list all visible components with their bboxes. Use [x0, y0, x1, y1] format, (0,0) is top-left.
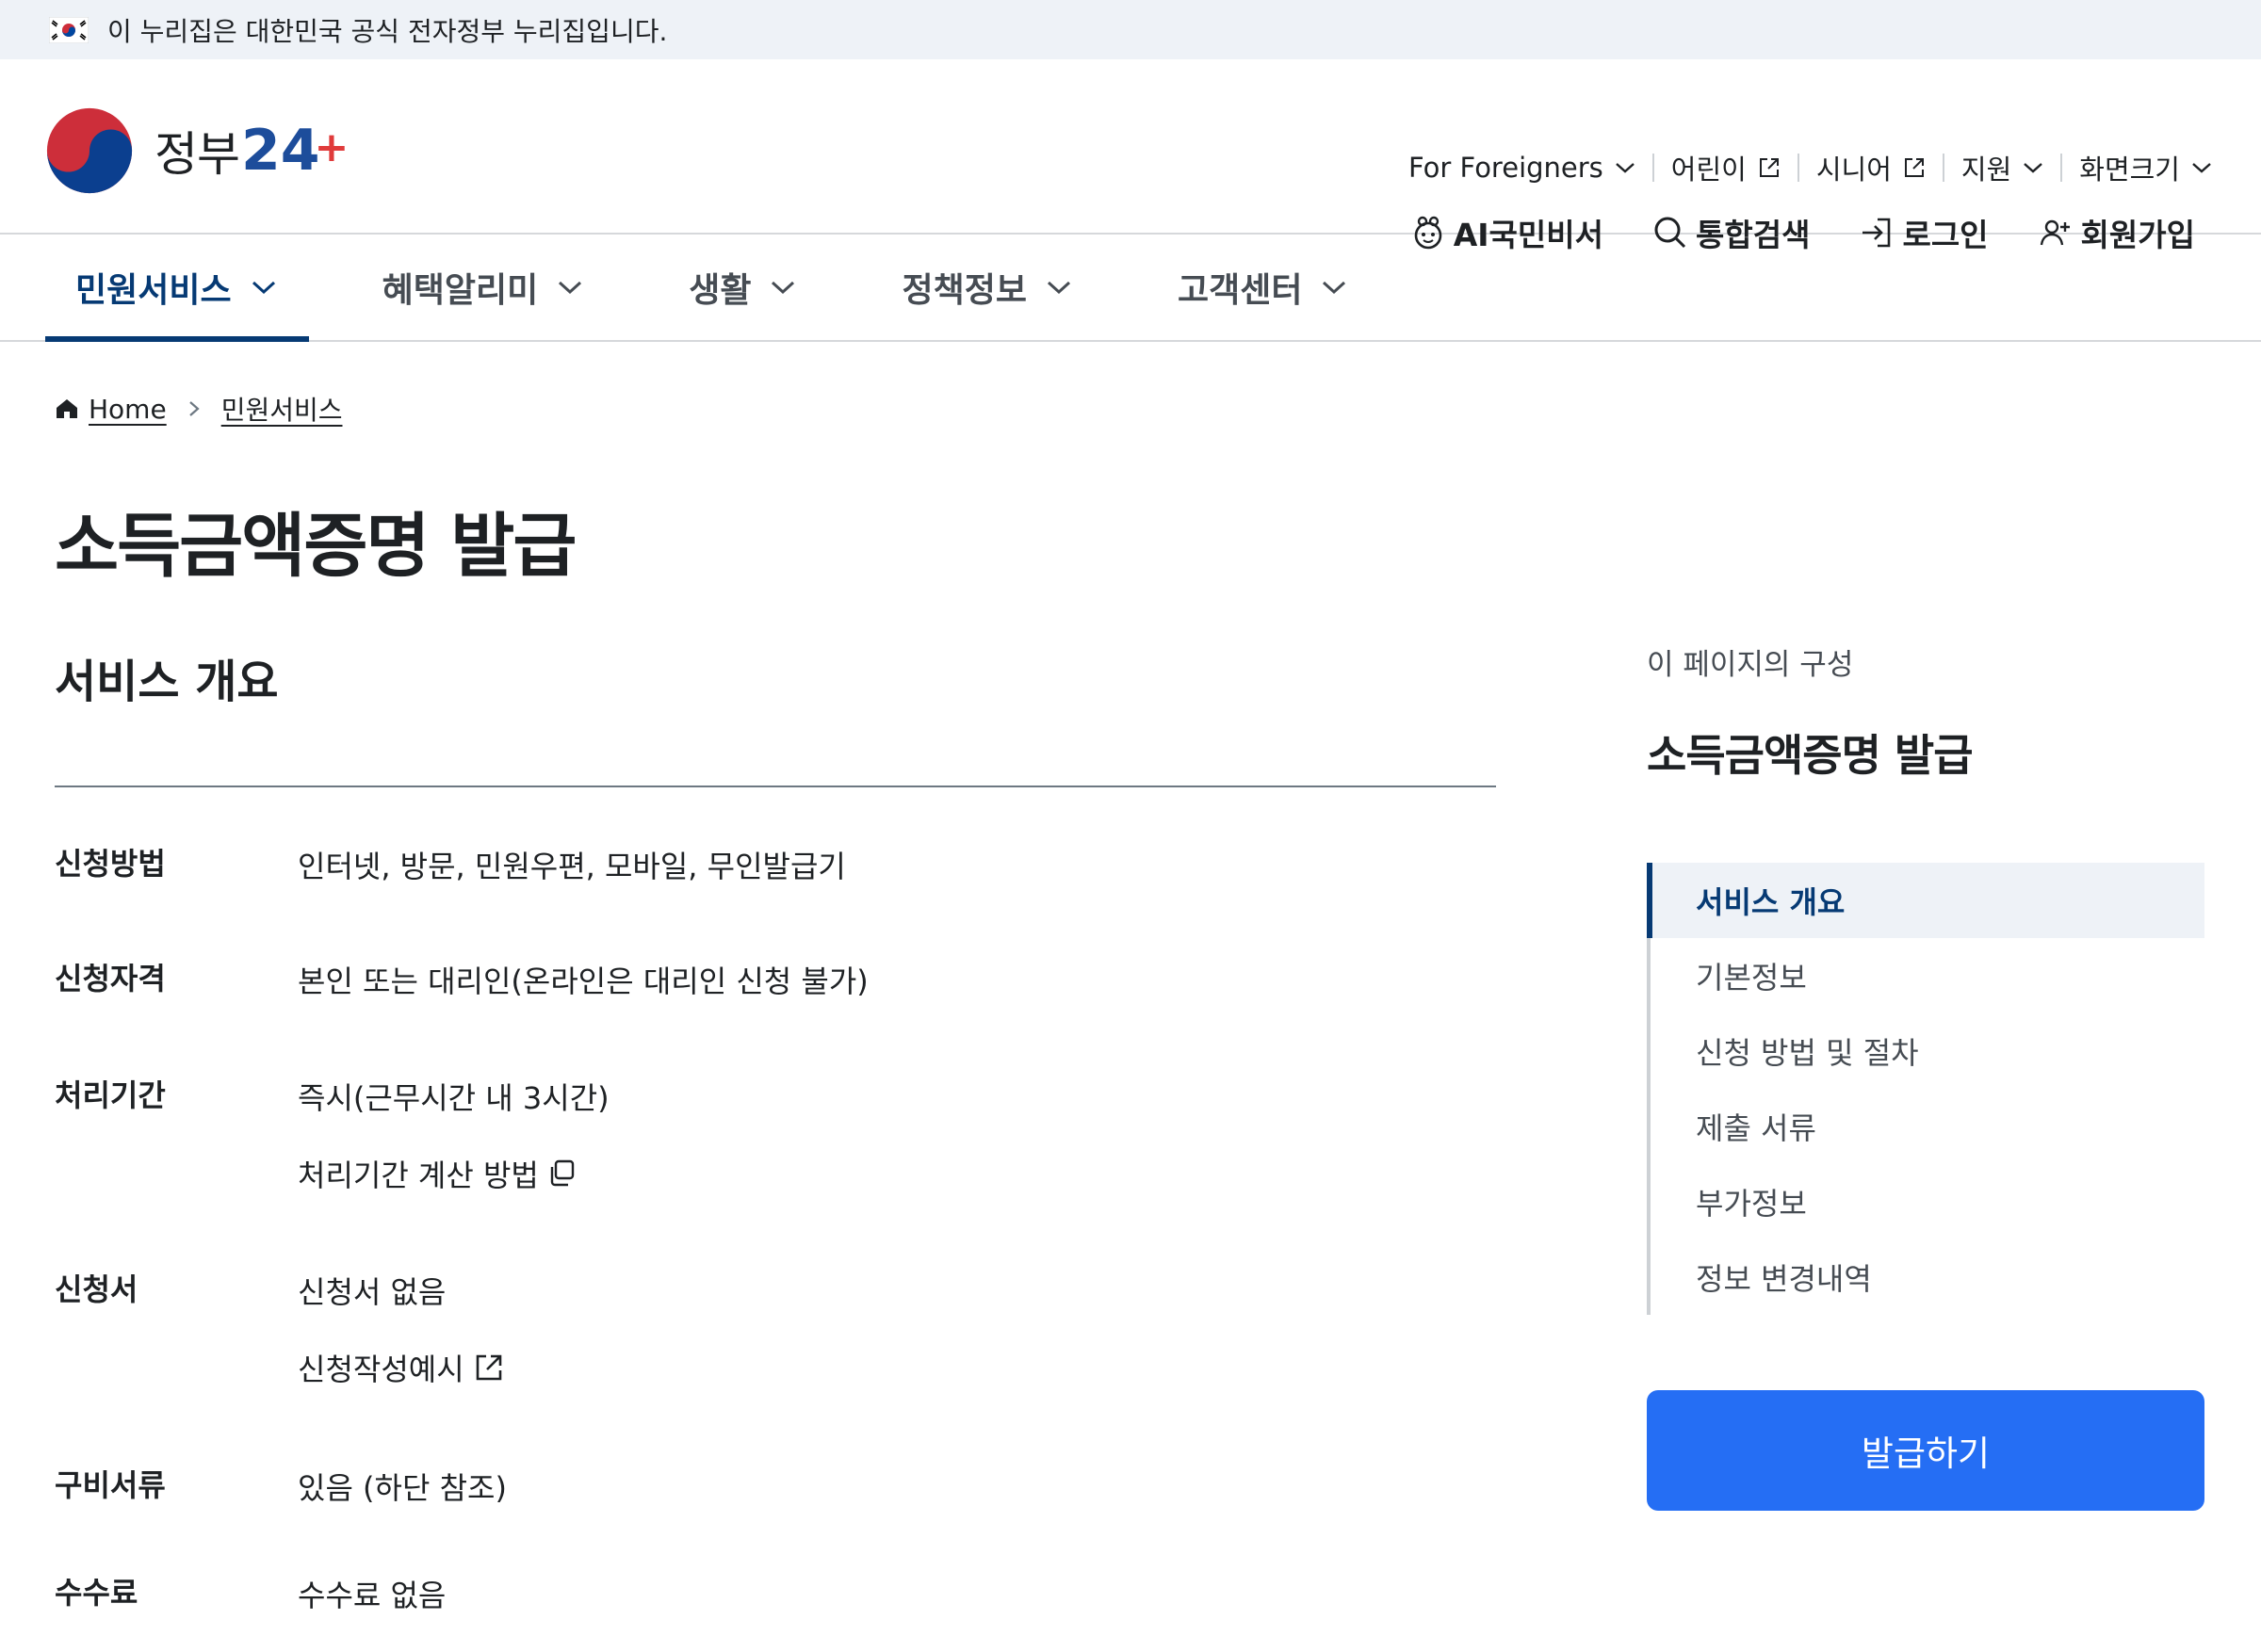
- home-icon: [57, 399, 77, 418]
- info-value: 있음 (하단 참조): [298, 1450, 507, 1558]
- page-toc: 서비스 개요 기본정보 신청 방법 및 절차 제출 서류 부가정보 정보 변경내…: [1647, 863, 2204, 1315]
- nav-life[interactable]: 생활: [657, 235, 828, 340]
- info-value: 신청서 없음 신청작성예시: [298, 1255, 506, 1450]
- main-navigation: 민원서비스 혜택알리미 생활 정책정보 고객센터: [0, 235, 2261, 342]
- toc-item-change-history[interactable]: 정보 변경내역: [1651, 1239, 2204, 1315]
- kids-link[interactable]: 어린이: [1654, 148, 1797, 187]
- external-link-icon: [1759, 158, 1779, 177]
- info-label: 신청서: [55, 1271, 138, 1307]
- info-value: 즉시(근무시간 내 3시간) 처리기간 계산 방법: [298, 1061, 610, 1255]
- gov-banner-text: 이 누리집은 대한민국 공식 전자정부 누리집입니다.: [107, 15, 668, 47]
- logo-number: 24: [241, 118, 320, 184]
- toc-item-overview[interactable]: 서비스 개요: [1647, 863, 2204, 938]
- senior-link[interactable]: 시니어: [1799, 148, 1943, 187]
- info-row: 수수료 수수료 없음: [55, 1558, 1496, 1652]
- info-value: 본인 또는 대리인(온라인은 대리인 신청 불가): [298, 944, 869, 1061]
- info-text: 수수료 없음: [298, 1578, 447, 1613]
- section-divider: [55, 786, 1496, 787]
- toc-item-documents[interactable]: 제출 서류: [1651, 1089, 2204, 1164]
- nav-label: 고객센터: [1177, 271, 1303, 310]
- nav-label: 생활: [689, 271, 752, 310]
- chevron-down-icon: [772, 281, 795, 295]
- breadcrumb: Home 민원서비스: [55, 390, 343, 428]
- copy-window-icon: [550, 1159, 575, 1187]
- breadcrumb-current[interactable]: 민원서비스: [221, 390, 343, 428]
- nav-label: 혜택알리미: [382, 271, 539, 310]
- korea-flag-icon: [48, 16, 89, 43]
- chevron-down-icon: [1047, 281, 1070, 295]
- processing-time-calc-link[interactable]: 처리기간 계산 방법: [298, 1149, 610, 1198]
- chevron-down-icon: [2024, 163, 2043, 173]
- info-row: 신청방법 인터넷, 방문, 민원우편, 모바일, 무인발급기: [55, 829, 1496, 944]
- chevron-down-icon: [252, 281, 275, 295]
- toc-item-procedure[interactable]: 신청 방법 및 절차: [1651, 1013, 2204, 1089]
- utility-links: For Foreigners 어린이 시니어 지원 화면크기: [1391, 148, 2212, 187]
- logo-text: 정부: [155, 127, 240, 182]
- info-label: 구비서류: [55, 1467, 166, 1503]
- link-label: 신청작성예시: [298, 1352, 464, 1387]
- info-label: 처리기간: [55, 1077, 166, 1113]
- info-row: 신청서 신청서 없음 신청작성예시: [55, 1255, 1496, 1450]
- info-row: 처리기간 즉시(근무시간 내 3시간) 처리기간 계산 방법: [55, 1061, 1496, 1255]
- toc-title: 소득금액증명 발급: [1647, 730, 1974, 781]
- page-title: 소득금액증명 발급: [55, 506, 577, 587]
- senior-label: 시니어: [1815, 154, 1892, 186]
- info-row: 구비서류 있음 (하단 참조): [55, 1450, 1496, 1558]
- chevron-down-icon: [2192, 163, 2211, 173]
- chevron-down-icon: [1323, 281, 1346, 295]
- info-value: 수수료 없음: [298, 1558, 446, 1652]
- toc-item-basic-info[interactable]: 기본정보: [1651, 938, 2204, 1013]
- chevron-right-icon: [188, 401, 200, 416]
- for-foreigners-label: For Foreigners: [1408, 152, 1603, 184]
- info-text: 신청서 없음: [298, 1274, 447, 1310]
- support-label: 지원: [1960, 154, 2012, 186]
- support-menu[interactable]: 지원: [1944, 148, 2060, 187]
- info-label: 신청방법: [55, 846, 166, 882]
- external-link-icon: [1904, 158, 1924, 177]
- info-text: 인터넷, 방문, 민원우편, 모바일, 무인발급기: [298, 849, 846, 884]
- taegeuk-logo-icon: [46, 107, 133, 194]
- breadcrumb-home[interactable]: Home: [89, 394, 167, 425]
- chevron-down-icon: [559, 281, 582, 295]
- chevron-down-icon: [1615, 163, 1635, 173]
- issue-button[interactable]: 발급하기: [1647, 1390, 2204, 1511]
- info-value: 인터넷, 방문, 민원우편, 모바일, 무인발급기: [298, 829, 846, 944]
- section-title: 서비스 개요: [55, 656, 279, 708]
- info-text: 본인 또는 대리인(온라인은 대리인 신청 불가): [298, 964, 869, 999]
- info-label: 신청자격: [55, 961, 166, 996]
- gov-banner: 이 누리집은 대한민국 공식 전자정부 누리집입니다.: [0, 0, 2261, 59]
- toc-item-extra-info[interactable]: 부가정보: [1651, 1164, 2204, 1239]
- screen-size-menu[interactable]: 화면크기: [2062, 148, 2212, 187]
- toc-caption: 이 페이지의 구성: [1647, 648, 1854, 682]
- nav-policy[interactable]: 정책정보: [870, 235, 1103, 340]
- nav-benefits[interactable]: 혜택알리미: [350, 235, 616, 340]
- service-overview-list: 신청방법 인터넷, 방문, 민원우편, 모바일, 무인발급기 신청자격 본인 또…: [55, 829, 1496, 1652]
- nav-label: 민원서비스: [75, 271, 232, 310]
- link-label: 처리기간 계산 방법: [298, 1158, 539, 1193]
- info-row: 신청자격 본인 또는 대리인(온라인은 대리인 신청 불가): [55, 944, 1496, 1061]
- kids-label: 어린이: [1670, 154, 1747, 186]
- nav-label: 정책정보: [902, 271, 1027, 310]
- logo-plus: +: [314, 122, 350, 171]
- nav-customer-center[interactable]: 고객센터: [1146, 235, 1379, 340]
- site-logo[interactable]: 정부 24 +: [43, 105, 349, 197]
- external-link-icon: [476, 1354, 501, 1381]
- application-example-link[interactable]: 신청작성예시: [298, 1343, 506, 1392]
- for-foreigners-link[interactable]: For Foreigners: [1391, 152, 1652, 184]
- header: 정부 24 + For Foreigners 어린이 시니어 지원 화면크기 A…: [0, 59, 2261, 253]
- info-text: 있음 (하단 참조): [298, 1470, 507, 1506]
- info-text: 즉시(근무시간 내 3시간): [298, 1080, 610, 1116]
- info-label: 수수료: [55, 1575, 138, 1611]
- screen-size-label: 화면크기: [2079, 154, 2180, 186]
- nav-civil-service[interactable]: 민원서비스: [45, 235, 309, 342]
